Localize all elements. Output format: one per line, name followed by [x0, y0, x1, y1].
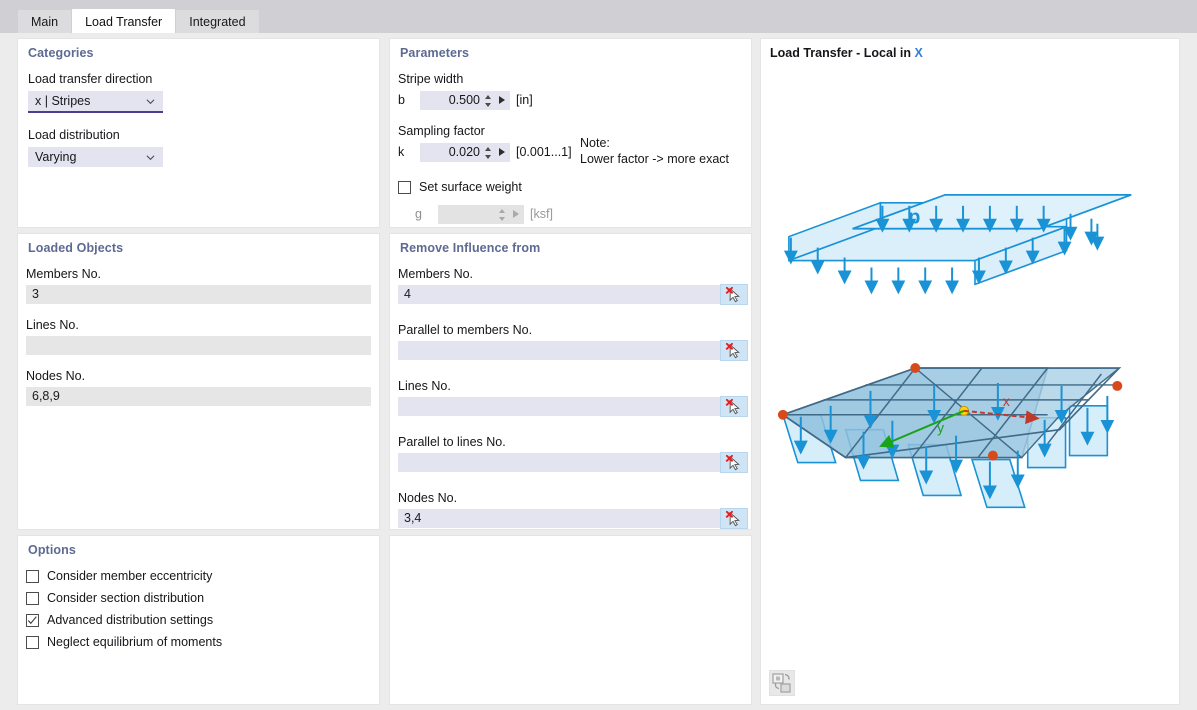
tab-main[interactable]: Main — [18, 10, 72, 35]
load-transfer-dialog: Main Load Transfer Integrated Categories… — [0, 0, 1197, 710]
tab-load-transfer[interactable]: Load Transfer — [72, 9, 176, 35]
option-label: Neglect equilibrium of moments — [47, 635, 223, 649]
sampling-factor-range: [0.001...1] — [516, 145, 572, 159]
loaded-nodes-value: 6,8,9 — [32, 389, 60, 403]
loaded-nodes-input[interactable]: 6,8,9 — [26, 387, 371, 406]
checkbox-box — [26, 636, 39, 649]
stripe-width-input[interactable]: 0.500 — [420, 91, 510, 110]
remove-lines-input[interactable] — [398, 397, 726, 416]
categories-title: Categories — [28, 46, 94, 60]
g-symbol: g — [415, 207, 422, 221]
load-distribution-label: Load distribution — [28, 128, 120, 142]
sampling-factor-input[interactable]: 0.020 — [420, 143, 510, 162]
checkmark-icon — [27, 616, 37, 625]
axis-y-label: y — [937, 420, 944, 436]
preview-panel: Load Transfer - Local in X p x y — [760, 38, 1180, 705]
load-transfer-direction-select[interactable]: x | Stripes — [28, 91, 163, 113]
remove-members-label: Members No. — [398, 267, 474, 281]
stripe-width-apply-arrow-icon[interactable] — [499, 96, 505, 104]
load-transfer-direction-label: Load transfer direction — [28, 72, 153, 86]
empty-panel — [389, 535, 752, 705]
remove-parallel-members-input[interactable] — [398, 341, 726, 360]
b-symbol: b — [398, 93, 405, 107]
stripe-width-label: Stripe width — [398, 72, 464, 86]
parameters-title: Parameters — [400, 46, 470, 60]
remove-members-value: 4 — [404, 287, 411, 301]
parameters-group: Parameters Stripe width b 0.500 [in] Sam… — [389, 38, 752, 228]
remove-nodes-pick-button[interactable] — [720, 508, 748, 529]
option-label: Consider member eccentricity — [47, 569, 213, 583]
checkbox-box — [398, 181, 411, 194]
cursor-delete-icon — [725, 398, 740, 415]
flip-view-button[interactable] — [769, 670, 795, 696]
cursor-delete-icon — [725, 342, 740, 359]
loaded-members-input[interactable]: 3 — [26, 285, 371, 304]
sampling-factor-label: Sampling factor — [398, 124, 485, 138]
stripe-width-unit: [in] — [516, 93, 533, 107]
cursor-delete-icon — [725, 510, 740, 527]
note-heading: Note: — [580, 136, 610, 150]
chevron-down-icon — [146, 99, 155, 105]
checkbox-box — [26, 614, 39, 627]
remove-parallel-members-pick-button[interactable] — [720, 340, 748, 361]
load-distribution-select[interactable]: Varying — [28, 147, 163, 167]
tab-integrated[interactable]: Integrated — [176, 10, 259, 35]
option-label: Advanced distribution settings — [47, 613, 214, 627]
remove-lines-label: Lines No. — [398, 379, 451, 393]
checkbox-box — [26, 570, 39, 583]
remove-members-input[interactable]: 4 — [398, 285, 726, 304]
load-transfer-direction-value: x | Stripes — [35, 94, 91, 108]
remove-lines-pick-button[interactable] — [720, 396, 748, 417]
set-surface-weight-label: Set surface weight — [419, 180, 522, 194]
remove-nodes-value: 3,4 — [404, 511, 422, 525]
sampling-factor-stepper[interactable] — [484, 146, 493, 160]
chevron-down-icon — [146, 155, 155, 161]
remove-members-pick-button[interactable] — [720, 284, 748, 305]
loaded-nodes-label: Nodes No. — [26, 369, 86, 383]
remove-parallel-members-label: Parallel to members No. — [398, 323, 533, 337]
k-symbol: k — [398, 145, 405, 159]
remove-influence-group: Remove Influence from Members No. 4 Para… — [389, 233, 752, 530]
options-title: Options — [28, 543, 76, 557]
surface-weight-stepper — [498, 208, 507, 222]
loaded-objects-group: Loaded Objects Members No. 3 Lines No. N… — [17, 233, 380, 530]
option-label: Consider section distribution — [47, 591, 205, 605]
remove-nodes-input[interactable]: 3,4 — [398, 509, 726, 528]
remove-parallel-lines-pick-button[interactable] — [720, 452, 748, 473]
load-transfer-diagram: p x y — [777, 193, 1132, 509]
remove-influence-title: Remove Influence from — [400, 241, 541, 255]
load-distribution-value: Varying — [35, 150, 77, 164]
loaded-members-label: Members No. — [26, 267, 102, 281]
sampling-factor-apply-arrow-icon[interactable] — [499, 148, 505, 156]
loaded-lines-label: Lines No. — [26, 318, 79, 332]
loaded-members-value: 3 — [32, 287, 39, 301]
loaded-objects-title: Loaded Objects — [28, 241, 124, 255]
checkbox-box — [26, 592, 39, 605]
loaded-lines-input[interactable] — [26, 336, 371, 355]
cursor-delete-icon — [725, 454, 740, 471]
axis-x-label: x — [1003, 393, 1010, 409]
surface-weight-apply-arrow-icon — [513, 210, 519, 218]
tab-list: Main Load Transfer Integrated — [18, 9, 260, 35]
tab-strip: Main Load Transfer Integrated — [0, 0, 1197, 35]
stripe-width-value: 0.500 — [448, 93, 480, 107]
sampling-factor-value: 0.020 — [448, 145, 480, 159]
remove-parallel-lines-input[interactable] — [398, 453, 726, 472]
remove-nodes-label: Nodes No. — [398, 491, 458, 505]
categories-group: Categories Load transfer direction x | S… — [17, 38, 380, 228]
surface-weight-unit: [ksf] — [530, 207, 553, 221]
stripe-width-stepper[interactable] — [484, 94, 493, 108]
options-group: Options Consider member eccentricity Con… — [17, 535, 380, 705]
surface-weight-input — [438, 205, 524, 224]
cursor-delete-icon — [725, 286, 740, 303]
dialog-content: Categories Load transfer direction x | S… — [0, 33, 1197, 710]
flip-view-icon — [772, 673, 791, 693]
remove-parallel-lines-label: Parallel to lines No. — [398, 435, 506, 449]
note-text: Lower factor -> more exact — [580, 152, 730, 166]
